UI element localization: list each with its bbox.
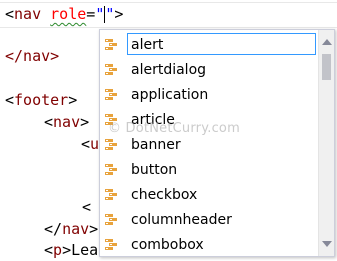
tag-name: u (90, 135, 100, 153)
completion-item[interactable]: application (102, 82, 316, 106)
completion-item-label: columnheader (131, 212, 232, 228)
bracket: > (114, 5, 124, 23)
tag-name: nav (62, 220, 90, 238)
attribute-value-icon (103, 61, 119, 77)
code-line-inner-nav-open[interactable]: <nav> (44, 111, 89, 133)
completion-item[interactable]: alertdialog (102, 57, 316, 81)
attribute-value-icon (103, 86, 119, 102)
code-line-footer-open[interactable]: <footer> (5, 89, 77, 111)
code-line-nav-role[interactable]: <nav role=""> (5, 3, 123, 25)
attribute-value-icon (103, 111, 119, 127)
attribute-value-icon (103, 236, 119, 252)
completion-item-label: combobox (131, 237, 204, 253)
bracket: </ (44, 220, 63, 238)
intellisense-popup[interactable]: alert alertdialog application article banner… (99, 29, 335, 257)
code-line-paragraph[interactable]: <p>Lea (44, 239, 98, 261)
attribute-value-icon (103, 36, 119, 52)
bracket: > (68, 91, 78, 109)
attribute-value-icon (103, 186, 119, 202)
completion-item[interactable]: alert (102, 32, 316, 56)
completion-item[interactable]: button (102, 157, 316, 181)
bracket: < (82, 198, 92, 216)
completion-scrollbar[interactable] (318, 30, 334, 256)
completion-item-label: button (131, 162, 178, 178)
bracket: > (89, 220, 99, 238)
bracket: < (44, 113, 54, 131)
completion-item-label: alert (127, 33, 316, 55)
attribute-value-icon (103, 136, 119, 152)
completion-item[interactable]: article (102, 107, 316, 131)
code-line-ul-open[interactable]: <u (81, 133, 99, 155)
tag-name: nav (53, 113, 81, 131)
completion-item-label: checkbox (131, 187, 198, 203)
completion-item-label: article (131, 112, 175, 128)
completion-item-label: banner (131, 137, 181, 153)
closing-tag: </nav> (5, 47, 60, 65)
attribute-value-icon (103, 211, 119, 227)
scroll-down-arrow-icon[interactable] (319, 236, 335, 252)
equals-sign: = (86, 5, 96, 23)
completion-item[interactable]: checkbox (102, 182, 316, 206)
code-line-nav-close[interactable]: </nav> (5, 45, 59, 67)
code-line-partial-close[interactable]: < (82, 196, 91, 218)
completion-item[interactable]: columnheader (102, 207, 316, 231)
bracket: < (44, 241, 54, 259)
tag-name: nav (14, 5, 42, 23)
scroll-up-arrow-icon[interactable] (319, 34, 335, 50)
bracket: < (5, 5, 15, 23)
bracket: > (62, 241, 72, 259)
completion-item-label: application (131, 87, 209, 103)
paragraph-text: Lea (71, 241, 99, 259)
open-quote: " (95, 5, 105, 23)
completion-list[interactable]: alert alertdialog application article banner… (100, 30, 318, 256)
bracket: > (80, 113, 90, 131)
completion-item[interactable]: combobox (102, 232, 316, 256)
attribute-value-icon (103, 161, 119, 177)
attribute-name: role (50, 5, 87, 23)
completion-item-label: alertdialog (131, 62, 207, 78)
tag-name: p (53, 241, 63, 259)
bracket: < (5, 91, 15, 109)
bracket: < (81, 135, 91, 153)
tag-name: footer (14, 91, 69, 109)
code-line-inner-nav-close[interactable]: </nav> (44, 218, 98, 240)
completion-item[interactable]: banner (102, 132, 316, 156)
scroll-thumb[interactable] (322, 54, 331, 80)
